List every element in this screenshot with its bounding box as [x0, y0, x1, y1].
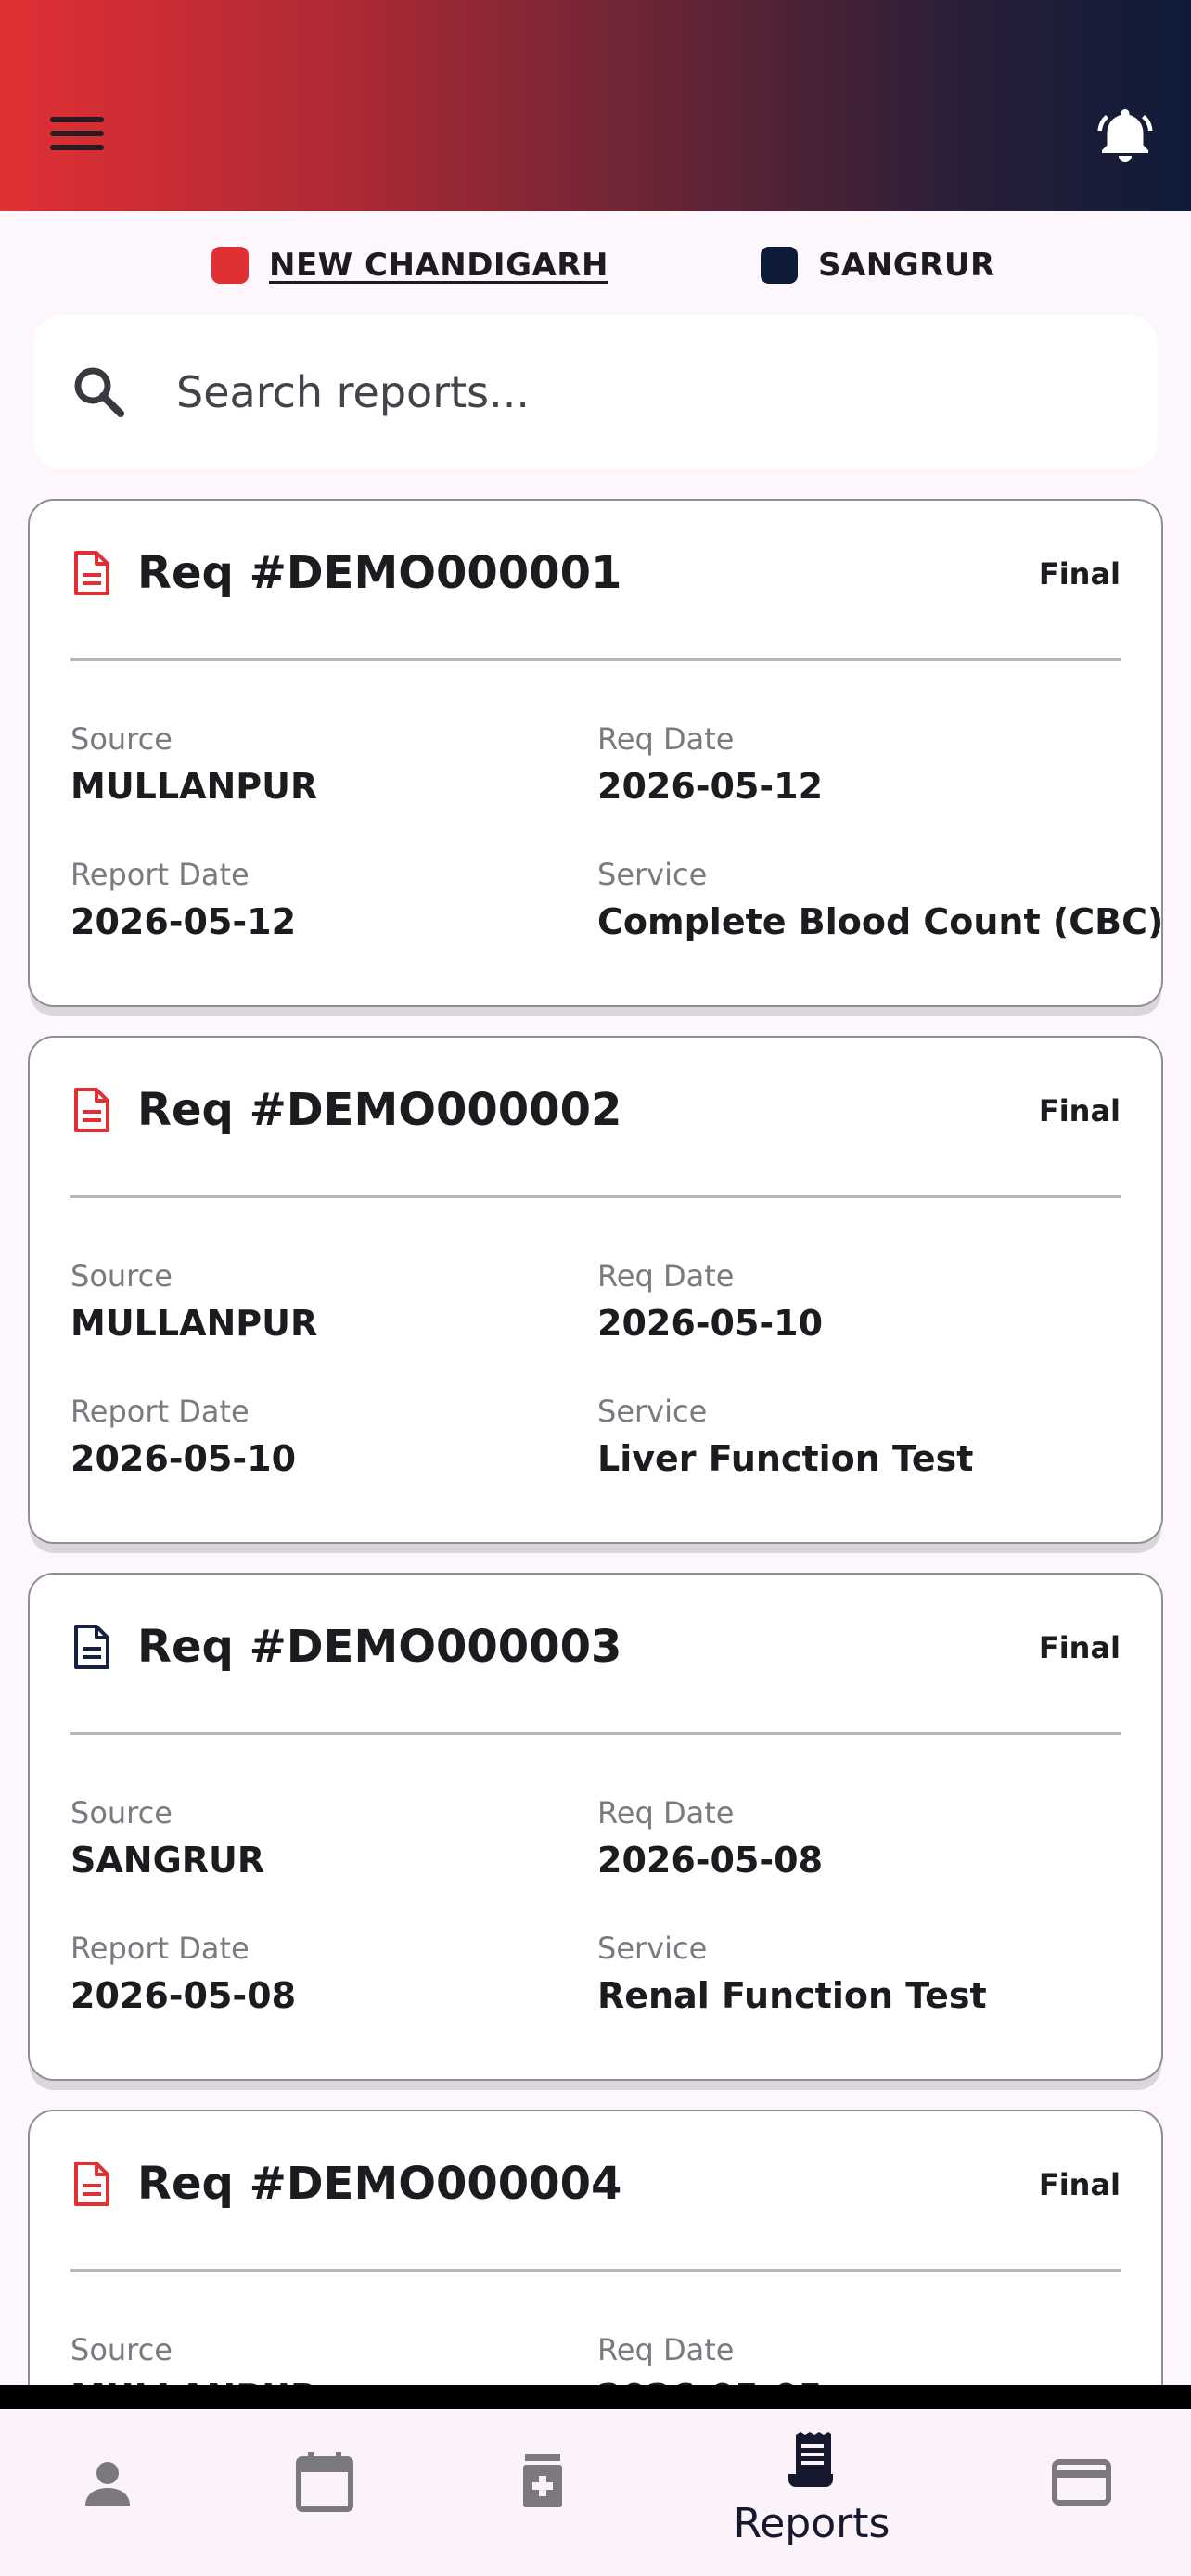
location-tabs: NEW CHANDIGARH SANGRUR: [0, 234, 1191, 293]
person-icon: [85, 2462, 130, 2506]
req-date-value: 2026-05-05: [597, 2377, 1117, 2385]
service-field: Service Liver Function Test: [597, 1394, 1154, 1479]
card-divider: [70, 658, 1121, 661]
service-value: Liver Function Test: [597, 1438, 974, 1479]
card-divider: [70, 2269, 1121, 2272]
source-field: Source MULLANPUR: [70, 1258, 590, 1344]
service-label: Service: [597, 1931, 708, 1966]
req-date-label: Req Date: [597, 721, 735, 757]
req-date-value: 2026-05-08: [597, 1840, 824, 1881]
req-date-value: 2026-05-12: [597, 766, 824, 807]
source-label: Source: [70, 2332, 173, 2367]
service-value: Complete Blood Count (CBC): [597, 901, 1163, 942]
service-value: Renal Function Test: [597, 1975, 987, 2016]
source-label: Source: [70, 1795, 173, 1830]
report-title: Req #DEMO000004: [137, 2158, 622, 2210]
source-field: Source MULLANPUR: [70, 2332, 590, 2385]
report-date-field: Report Date 2026-05-10: [70, 1394, 590, 1479]
app-header: [0, 0, 1191, 211]
reports-list: Req #DEMO000001 Final Source MULLANPUR R…: [28, 499, 1163, 2385]
status-badge: Final: [1038, 2167, 1121, 2202]
document-icon: [74, 2162, 109, 2206]
source-value: MULLANPUR: [70, 1303, 318, 1344]
location-label: SANGRUR: [818, 247, 995, 284]
nav-appointments[interactable]: [269, 2409, 380, 2576]
search-input[interactable]: [176, 351, 1113, 434]
medication-icon: [523, 2454, 562, 2507]
nav-payments[interactable]: [1030, 2409, 1141, 2576]
req-date-field: Req Date 2026-05-12: [597, 721, 1117, 807]
location-color-swatch: [761, 247, 798, 284]
report-title: Req #DEMO000003: [137, 1621, 622, 1673]
report-date-value: 2026-05-12: [70, 901, 297, 942]
document-icon: [74, 1625, 109, 1669]
req-date-field: Req Date 2026-05-10: [597, 1258, 1117, 1344]
service-label: Service: [597, 1394, 708, 1429]
card-divider: [70, 1732, 1121, 1735]
status-badge: Final: [1038, 1630, 1121, 1665]
search-icon[interactable]: [70, 363, 128, 421]
card-icon: [1052, 2459, 1111, 2506]
system-bar: [0, 2385, 1191, 2409]
source-field: Source MULLANPUR: [70, 721, 590, 807]
source-value: MULLANPUR: [70, 2377, 590, 2385]
reports-icon: [788, 2432, 833, 2487]
service-label: Service: [597, 857, 708, 892]
source-field: Source SANGRUR: [70, 1795, 590, 1881]
report-card[interactable]: Req #DEMO000004 Final Source MULLANPUR R…: [28, 2110, 1163, 2385]
report-date-field: Report Date 2026-05-08: [70, 1931, 590, 2016]
report-date-value: 2026-05-10: [70, 1438, 297, 1479]
report-date-label: Report Date: [70, 1394, 250, 1429]
req-date-label: Req Date: [597, 1795, 735, 1830]
req-date-field: Req Date 2026-05-05: [597, 2332, 1117, 2385]
calendar-icon: [296, 2452, 353, 2512]
location-tab-sangrur[interactable]: SANGRUR: [761, 243, 995, 287]
location-color-swatch: [211, 247, 249, 284]
search-bar: [33, 315, 1158, 469]
source-label: Source: [70, 721, 173, 757]
document-icon: [74, 1088, 109, 1132]
nav-reports-label: Reports: [733, 2500, 890, 2547]
bell-icon[interactable]: [1093, 102, 1158, 167]
service-field: Service Renal Function Test: [597, 1931, 1154, 2016]
req-date-label: Req Date: [597, 1258, 735, 1294]
req-date-value: 2026-05-10: [597, 1303, 824, 1344]
status-badge: Final: [1038, 1093, 1121, 1129]
bottom-nav: Reports: [0, 2409, 1191, 2576]
status-badge: Final: [1038, 556, 1121, 592]
report-date-label: Report Date: [70, 857, 250, 892]
report-title: Req #DEMO000002: [137, 1084, 622, 1136]
nav-medications[interactable]: [492, 2409, 594, 2576]
report-card[interactable]: Req #DEMO000003 Final Source SANGRUR Req…: [28, 1573, 1163, 2081]
source-label: Source: [70, 1258, 173, 1294]
menu-icon[interactable]: [50, 113, 104, 154]
location-label: NEW CHANDIGARH: [269, 247, 608, 284]
report-date-value: 2026-05-08: [70, 1975, 297, 2016]
report-card[interactable]: Req #DEMO000002 Final Source MULLANPUR R…: [28, 1036, 1163, 1544]
report-date-label: Report Date: [70, 1931, 250, 1966]
report-card[interactable]: Req #DEMO000001 Final Source MULLANPUR R…: [28, 499, 1163, 1007]
source-value: MULLANPUR: [70, 766, 318, 807]
report-title: Req #DEMO000001: [137, 547, 622, 599]
req-date-label: Req Date: [597, 2332, 735, 2367]
source-value: SANGRUR: [70, 1840, 265, 1881]
req-date-field: Req Date 2026-05-08: [597, 1795, 1117, 1881]
service-field: Service Complete Blood Count (CBC): [597, 857, 1163, 942]
card-divider: [70, 1195, 1121, 1198]
report-date-field: Report Date 2026-05-12: [70, 857, 590, 942]
nav-reports[interactable]: Reports: [724, 2409, 900, 2576]
location-tab-new-chandigarh[interactable]: NEW CHANDIGARH: [211, 243, 608, 287]
nav-profile[interactable]: [56, 2409, 158, 2576]
document-icon: [74, 551, 109, 595]
